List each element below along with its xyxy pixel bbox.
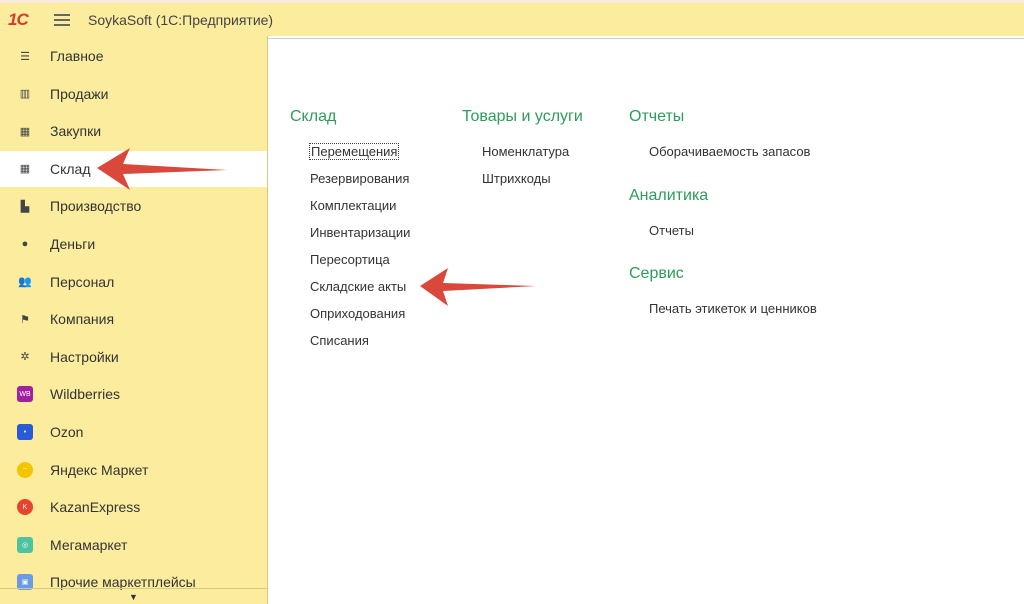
section-link[interactable]: Складские акты xyxy=(310,279,406,294)
sidebar-item-label: Закупки xyxy=(50,123,102,140)
section-title-goods: Товары и услуги xyxy=(462,108,583,125)
sidebar-item[interactable]: ◎ Мегамаркет xyxy=(0,527,267,563)
sidebar-item[interactable]: WB Wildberries xyxy=(0,376,267,412)
warehouse-icon: ▦ xyxy=(19,163,31,176)
sidebar-item[interactable]: ☰ Главное xyxy=(0,38,267,74)
ozon-icon: • xyxy=(17,424,33,440)
pointer-arrow-link xyxy=(420,268,536,306)
section-title-sklad: Склад xyxy=(290,108,337,125)
section-link[interactable]: Комплектации xyxy=(310,198,396,213)
sidebar-item-label: Персонал xyxy=(50,273,115,290)
section-link[interactable]: Инвентаризации xyxy=(310,225,410,240)
section-title-analytics: Аналитика xyxy=(629,187,709,204)
section-title-service: Сервис xyxy=(629,265,684,282)
flag-icon: ⚑ xyxy=(20,313,30,326)
gear-icon: ✲ xyxy=(20,351,30,364)
sidebar-item-label: Деньги xyxy=(50,236,96,252)
ruble-icon: ● xyxy=(21,238,29,250)
sidebar-item[interactable]: ● Деньги xyxy=(0,226,267,262)
cart-icon: ▦ xyxy=(19,125,31,138)
app-title: SoykaSoft (1С:Предприятие) xyxy=(88,11,274,28)
section-link[interactable]: Печать этикеток и ценников xyxy=(649,301,817,316)
section-link[interactable]: Штрихкоды xyxy=(482,171,551,186)
sidebar-item-label: Производство xyxy=(50,198,142,215)
sidebar-item[interactable]: K KazanExpress xyxy=(0,489,267,525)
section-link[interactable]: Отчеты xyxy=(649,223,694,238)
sidebar-item-label: Ozon xyxy=(50,424,84,440)
1c-logo: 1С xyxy=(8,9,29,29)
section-link[interactable]: Оборачиваемость запасов xyxy=(649,144,810,159)
section-link[interactable]: Пересортица xyxy=(310,252,390,267)
list-icon: ☰ xyxy=(20,50,30,63)
sidebar-item[interactable]: ▥ Продажи xyxy=(0,76,267,112)
megamarket-icon: ◎ xyxy=(17,536,33,553)
sidebar-item-label: Wildberries xyxy=(50,386,121,403)
sidebar-item-label: KazanExpress xyxy=(50,499,141,516)
sidebar-item-label: Главное xyxy=(50,48,104,64)
sidebar: ☰ Главное ▥ Продажи ▦ Закупки ▦ Склад ▙ Производс… xyxy=(0,36,268,604)
sidebar-item[interactable]: 👥 Персонал xyxy=(0,264,267,300)
menu-icon[interactable] xyxy=(54,13,70,26)
section-link[interactable]: Оприходования xyxy=(310,306,405,321)
sidebar-item[interactable]: ⚑ Компания xyxy=(0,301,267,337)
kazanexpress-icon: K xyxy=(17,499,33,516)
wildberries-icon: WB xyxy=(17,386,33,403)
sidebar-scroll-down[interactable]: ▼ xyxy=(0,588,267,604)
divider xyxy=(268,38,1024,39)
section-link[interactable]: Списания xyxy=(310,333,369,348)
sidebar-item-label: Склад xyxy=(50,160,91,177)
sidebar-item-label: Настройки xyxy=(50,348,119,365)
sidebar-item-label: Яндекс Маркет xyxy=(50,461,149,478)
section-link[interactable]: Перемещения xyxy=(308,143,400,160)
factory-icon: ▙ xyxy=(20,200,30,213)
sidebar-item[interactable]: ▦ Закупки xyxy=(0,113,267,149)
people-icon: 👥 xyxy=(18,276,32,289)
sidebar-item[interactable]: • Ozon xyxy=(0,414,267,450)
yandex-market-icon: ~ xyxy=(17,461,33,478)
section-link[interactable]: Номенклатура xyxy=(482,144,569,159)
sidebar-item[interactable]: ✲ Настройки xyxy=(0,339,267,375)
sidebar-item[interactable]: ▙ Производство xyxy=(0,188,267,224)
sidebar-item-label: Компания xyxy=(50,311,115,328)
basket-icon: ▥ xyxy=(19,88,31,101)
pointer-arrow-sidebar xyxy=(97,148,227,190)
app-header: 1С SoykaSoft (1С:Предприятие) xyxy=(0,3,1024,36)
sidebar-item[interactable]: ~ Яндекс Маркет xyxy=(0,452,267,488)
section-link[interactable]: Резервирования xyxy=(310,171,409,186)
sidebar-item-label: Продажи xyxy=(50,85,109,102)
section-title-reports: Отчеты xyxy=(629,108,685,125)
sidebar-item-label: Мегамаркет xyxy=(50,536,128,553)
